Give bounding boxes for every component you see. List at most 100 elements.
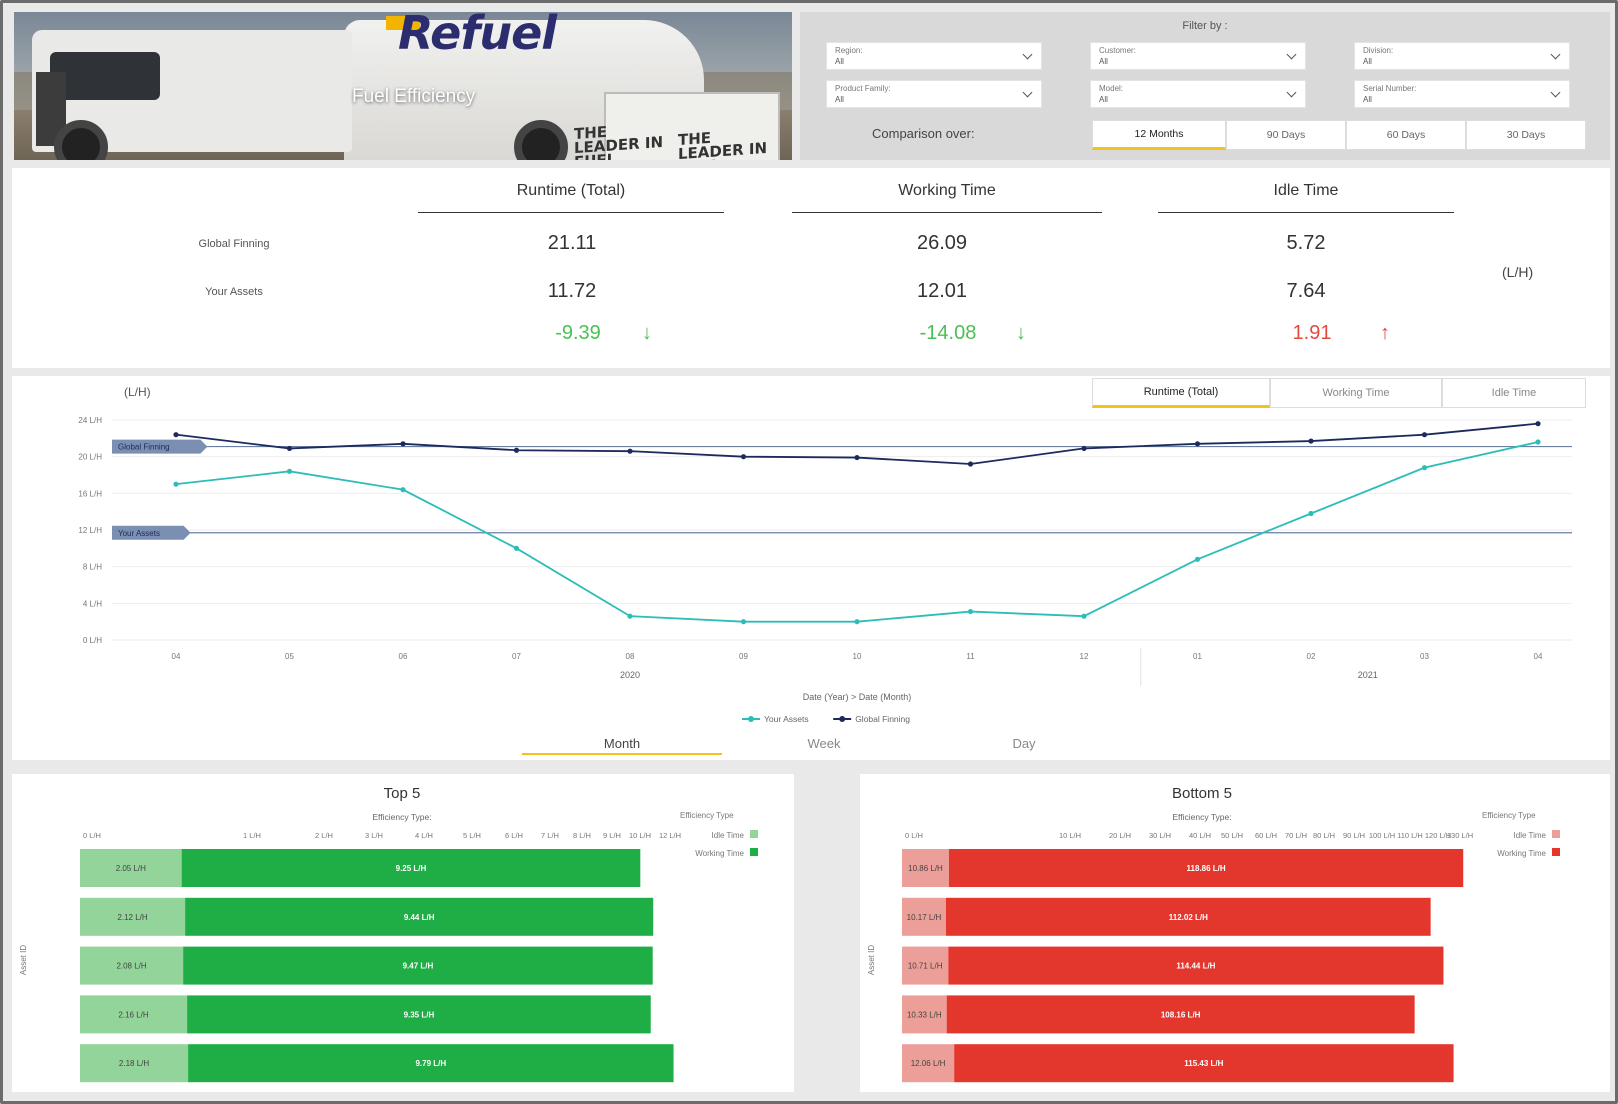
kpi-global-working: 26.09 <box>916 232 968 254</box>
legend-label: Working Time <box>695 849 744 858</box>
dropdown-value: All <box>1363 95 1372 104</box>
x-tick-label: 01 <box>1193 652 1202 661</box>
x-tick-label: 8 L/H <box>573 831 591 840</box>
x-tick-label: 06 <box>399 652 408 661</box>
reference-line-label: Your Assets <box>118 529 160 538</box>
dropdown-value: All <box>1363 57 1372 66</box>
legend-label: Your Assets <box>764 714 809 724</box>
x-tick-label: 08 <box>626 652 635 661</box>
tab-12-months[interactable]: 12 Months <box>1092 120 1226 150</box>
region-dropdown[interactable]: Region: All <box>826 42 1042 70</box>
data-point <box>1535 421 1541 427</box>
tab-60-days[interactable]: 60 Days <box>1346 120 1466 150</box>
kpi-delta-runtime: -9.39 <box>555 322 601 344</box>
x-tick-label: 0 L/H <box>905 831 923 840</box>
dropdown-label: Model: <box>1099 84 1124 93</box>
legend-label: Working Time <box>1497 849 1546 858</box>
hero-slogan: THE LEADER IN FUEL MANAGEMENT <box>678 128 768 160</box>
data-point <box>854 619 860 625</box>
product-family-dropdown[interactable]: Product Family: All <box>826 80 1042 108</box>
bar-data-label: 10.71 L/H <box>908 962 943 971</box>
data-point <box>400 441 406 447</box>
data-point <box>513 447 520 453</box>
x-group-label: 2021 <box>1358 670 1378 680</box>
series-line <box>175 441 1539 623</box>
chart-subtitle: Efficiency Type: <box>372 812 431 822</box>
kpi-global-idle: 5.72 <box>1286 232 1326 254</box>
data-point <box>286 445 293 452</box>
bar-data-label: 9.79 L/H <box>415 1059 446 1068</box>
y-tick-label: 0 L/H <box>83 636 102 645</box>
legend-swatch <box>750 830 758 838</box>
kpi-unit: (L/H) <box>1502 264 1534 280</box>
granularity-day[interactable]: Day <box>924 736 1124 751</box>
granularity-week[interactable]: Week <box>724 736 924 751</box>
comparison-label: Comparison over: <box>872 126 975 141</box>
data-point <box>400 487 406 493</box>
kpi-global-runtime: 21.11 <box>547 232 597 254</box>
y-tick-label: 12 L/H <box>78 526 102 535</box>
filter-panel: Filter by : Region: All Customer: All Di… <box>800 12 1610 160</box>
data-point <box>627 613 633 619</box>
bottom5-bar-chart: Bottom 5 Efficiency Type: 0 L/H 10 L/H 20 L/… <box>867 785 1560 1083</box>
bar-data-label: 12.06 L/H <box>911 1059 946 1068</box>
hero-banner: Refuel THE LEADER IN FUEL MANAGEMENT THE… <box>14 12 792 160</box>
x-tick-label: 9 L/H <box>603 831 621 840</box>
granularity-month[interactable]: Month <box>522 736 722 755</box>
bar-data-label: 9.44 L/H <box>404 913 435 922</box>
x-tick-label: 03 <box>1420 652 1429 661</box>
customer-dropdown[interactable]: Customer: All <box>1090 42 1306 70</box>
hero-truck-window <box>50 52 160 100</box>
data-point <box>1194 556 1201 562</box>
legend-swatch <box>750 848 758 856</box>
data-point <box>1421 465 1428 471</box>
kpi-yours-idle: 7.64 <box>1286 280 1326 302</box>
bar-data-label: 10.33 L/H <box>907 1010 942 1019</box>
legend-marker <box>839 716 846 722</box>
tab-90-days[interactable]: 90 Days <box>1226 120 1346 150</box>
x-tick-label: 0 L/H <box>83 831 101 840</box>
x-group-label: 2020 <box>620 670 640 680</box>
bar-data-label: 2.12 L/H <box>117 913 147 922</box>
dropdown-label: Division: <box>1363 46 1394 55</box>
dropdown-label: Customer: <box>1099 46 1136 55</box>
data-point <box>286 468 293 474</box>
data-point <box>854 454 860 461</box>
x-tick-label: 3 L/H <box>365 831 383 840</box>
x-tick-label: 130 L/H <box>1447 831 1473 840</box>
refuel-logo: Refuel <box>398 12 557 60</box>
reference-line-label: Global Finning <box>118 443 170 452</box>
kpi-panel: Runtime (Total) Working Time Idle Time G… <box>12 168 1610 368</box>
serial-number-dropdown[interactable]: Serial Number: All <box>1354 80 1570 108</box>
x-tick-label: 2 L/H <box>315 831 333 840</box>
tab-30-days[interactable]: 30 Days <box>1466 120 1586 150</box>
kpi-delta-working: -14.08 <box>919 322 977 344</box>
model-dropdown[interactable]: Model: All <box>1090 80 1306 108</box>
dropdown-value: All <box>835 57 844 66</box>
x-tick-label: 04 <box>172 652 181 661</box>
x-tick-label: 30 L/H <box>1149 831 1171 840</box>
bar-data-label: 2.08 L/H <box>116 962 146 971</box>
bottom5-panel: Bottom 5 Efficiency Type: 0 L/H 10 L/H 20 L/… <box>860 774 1610 1092</box>
kpi-header-idle: Idle Time <box>1158 182 1454 213</box>
data-point <box>740 619 747 625</box>
bar-data-label: 108.16 L/H <box>1161 1010 1201 1019</box>
x-tick-label: 80 L/H <box>1313 831 1335 840</box>
bar-data-label: 9.47 L/H <box>403 962 434 971</box>
data-point <box>1194 441 1201 447</box>
data-point <box>1535 439 1541 445</box>
chart-title: Top 5 <box>384 785 421 802</box>
division-dropdown[interactable]: Division: All <box>1354 42 1570 70</box>
dropdown-label: Serial Number: <box>1363 84 1417 93</box>
y-axis-label: Asset ID <box>19 945 28 975</box>
bar-data-label: 10.17 L/H <box>907 913 942 922</box>
y-tick-label: 24 L/H <box>78 416 102 425</box>
x-tick-label: 110 L/H <box>1397 831 1423 840</box>
x-tick-label: 60 L/H <box>1255 831 1277 840</box>
x-tick-label: 50 L/H <box>1221 831 1243 840</box>
bar-data-label: 118.86 L/H <box>1187 864 1226 873</box>
dropdown-label: Region: <box>835 46 863 55</box>
data-point <box>1081 445 1087 452</box>
bar-data-label: 112.02 L/H <box>1169 913 1208 922</box>
x-tick-label: 11 <box>966 652 975 661</box>
